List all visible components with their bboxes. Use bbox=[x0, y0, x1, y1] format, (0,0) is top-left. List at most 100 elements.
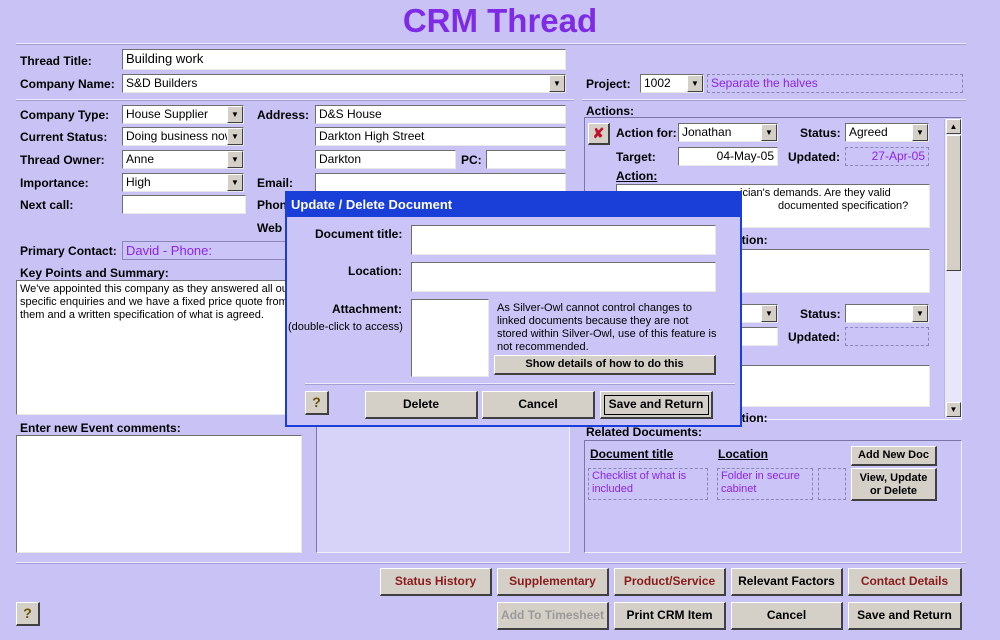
doc-title-column-header: Document title bbox=[590, 447, 674, 461]
product-service-button[interactable]: Product/Service bbox=[614, 568, 726, 596]
postcode-input[interactable] bbox=[486, 150, 566, 169]
chevron-down-icon[interactable]: ▼ bbox=[227, 174, 243, 191]
action2-status-label: Status: bbox=[800, 307, 841, 321]
save-and-return-button[interactable]: Save and Return bbox=[848, 602, 962, 630]
project-name-field: Separate the halves bbox=[707, 74, 963, 93]
actions-scrollbar[interactable]: ▲ ▼ bbox=[944, 119, 961, 418]
dialog-doc-title-label: Document title: bbox=[315, 227, 403, 241]
print-crm-item-button[interactable]: Print CRM Item bbox=[614, 602, 726, 630]
company-type-select[interactable]: House Supplier ▼ bbox=[122, 105, 244, 124]
title-divider bbox=[16, 43, 966, 45]
action-for-label: Action for: bbox=[616, 126, 677, 140]
action-text-label: Action: bbox=[616, 169, 658, 183]
updated-label: Updated: bbox=[788, 150, 840, 164]
chevron-down-icon[interactable]: ▼ bbox=[227, 128, 243, 145]
primary-contact-label: Primary Contact: bbox=[20, 244, 117, 258]
company-name-select[interactable]: S&D Builders ▼ bbox=[122, 74, 566, 93]
doc-row-title[interactable]: Checklist of what is included bbox=[588, 468, 708, 500]
action2-status-select[interactable]: ▼ bbox=[845, 304, 929, 323]
chevron-down-icon[interactable]: ▼ bbox=[761, 305, 777, 322]
company-type-label: Company Type: bbox=[20, 108, 110, 122]
dialog-cancel-button[interactable]: Cancel bbox=[482, 391, 595, 419]
action-for-value: Jonathan bbox=[682, 125, 732, 139]
dialog-title: Update / Delete Document bbox=[287, 193, 740, 217]
thread-owner-value: Anne bbox=[126, 152, 155, 166]
thread-title-input[interactable]: Building work bbox=[122, 49, 566, 70]
footer-divider bbox=[16, 562, 966, 564]
scrollbar-thumb[interactable] bbox=[946, 135, 961, 271]
thread-owner-label: Thread Owner: bbox=[20, 153, 105, 167]
relevant-factors-button[interactable]: Relevant Factors bbox=[731, 568, 843, 596]
web-label: Web bbox=[257, 221, 283, 235]
view-update-delete-button[interactable]: View, Update or Delete bbox=[851, 468, 937, 501]
event-comments-textarea[interactable] bbox=[16, 435, 302, 553]
chevron-down-icon[interactable]: ▼ bbox=[761, 124, 777, 141]
actions-label: Actions: bbox=[586, 104, 634, 118]
events-history-panel bbox=[316, 418, 570, 553]
dialog-save-and-return-button[interactable]: Save and Return bbox=[600, 391, 713, 419]
status-history-button[interactable]: Status History bbox=[380, 568, 492, 596]
company-type-value: House Supplier bbox=[126, 107, 209, 121]
importance-label: Importance: bbox=[20, 176, 89, 190]
company-name-label: Company Name: bbox=[20, 77, 115, 91]
help-icon[interactable]: ? bbox=[16, 602, 40, 626]
action-status-value: Agreed bbox=[849, 125, 888, 139]
dialog-attachment-label: Attachment: bbox=[332, 302, 403, 316]
target-label: Target: bbox=[616, 150, 656, 164]
related-documents-label: Related Documents: bbox=[586, 425, 703, 439]
supplementary-button[interactable]: Supplementary bbox=[497, 568, 609, 596]
action-status-select[interactable]: Agreed ▼ bbox=[845, 123, 929, 142]
cancel-button[interactable]: Cancel bbox=[731, 602, 843, 630]
company-name-value: S&D Builders bbox=[126, 76, 198, 90]
updated-date-field: 27-Apr-05 bbox=[845, 147, 929, 166]
dialog-help-icon[interactable]: ? bbox=[305, 391, 329, 415]
email-input[interactable] bbox=[315, 173, 566, 192]
current-status-select[interactable]: Doing business now ▼ bbox=[122, 127, 244, 146]
chevron-down-icon[interactable]: ▼ bbox=[687, 75, 703, 92]
chevron-down-icon[interactable]: ▼ bbox=[912, 124, 928, 141]
phone-label: Phon bbox=[257, 198, 287, 212]
doc-row-attachment[interactable] bbox=[818, 468, 846, 500]
chevron-down-icon[interactable]: ▼ bbox=[227, 151, 243, 168]
event-comments-label: Enter new Event comments: bbox=[20, 421, 181, 435]
dialog-doc-title-input[interactable] bbox=[411, 225, 716, 255]
importance-select[interactable]: High ▼ bbox=[122, 173, 244, 192]
project-number-select[interactable]: 1002 ▼ bbox=[640, 74, 704, 93]
next-call-label: Next call: bbox=[20, 198, 74, 212]
key-points-label: Key Points and Summary: bbox=[20, 266, 169, 280]
contact-details-button[interactable]: Contact Details bbox=[848, 568, 962, 596]
chevron-down-icon[interactable]: ▼ bbox=[227, 106, 243, 123]
dialog-warning-text: As Silver-Owl cannot control changes to … bbox=[497, 302, 717, 353]
key-points-textarea[interactable]: We've appointed this company as they ans… bbox=[16, 280, 300, 415]
scroll-up-icon[interactable]: ▲ bbox=[946, 119, 961, 134]
dialog-delete-button[interactable]: Delete bbox=[365, 391, 478, 419]
doc-row-location[interactable]: Folder in secure cabinet bbox=[717, 468, 813, 500]
scroll-down-icon[interactable]: ▼ bbox=[946, 402, 961, 417]
address-line3-input[interactable]: Darkton bbox=[315, 150, 456, 169]
doc-location-column-header: Location bbox=[718, 447, 768, 461]
add-new-doc-button[interactable]: Add New Doc bbox=[851, 446, 937, 466]
action-for-select[interactable]: Jonathan ▼ bbox=[678, 123, 778, 142]
show-details-button[interactable]: Show details of how to do this bbox=[494, 355, 716, 375]
chevron-down-icon[interactable]: ▼ bbox=[549, 75, 565, 92]
action2-updated-field bbox=[845, 327, 929, 346]
target-date-input[interactable]: 04-May-05 bbox=[678, 147, 778, 166]
email-label: Email: bbox=[257, 176, 294, 190]
section-divider-left bbox=[16, 99, 574, 101]
add-to-timesheet-button[interactable]: Add To Timesheet bbox=[497, 602, 609, 630]
address-line1-input[interactable]: D&S House bbox=[315, 105, 566, 124]
action2-updated-label: Updated: bbox=[788, 330, 840, 344]
thread-owner-select[interactable]: Anne ▼ bbox=[122, 150, 244, 169]
dialog-location-input[interactable] bbox=[411, 262, 716, 292]
address-label: Address: bbox=[257, 108, 310, 122]
current-status-label: Current Status: bbox=[20, 130, 108, 144]
section-divider-right bbox=[582, 99, 966, 101]
dialog-location-label: Location: bbox=[348, 264, 402, 278]
dialog-attachment-box[interactable] bbox=[411, 299, 489, 377]
next-call-input[interactable] bbox=[122, 195, 246, 214]
primary-contact-field[interactable]: David - Phone: bbox=[122, 241, 302, 260]
project-number-value: 1002 bbox=[644, 76, 671, 90]
delete-action-icon[interactable]: ✘ bbox=[588, 123, 610, 145]
chevron-down-icon[interactable]: ▼ bbox=[912, 305, 928, 322]
address-line2-input[interactable]: Darkton High Street bbox=[315, 127, 566, 146]
